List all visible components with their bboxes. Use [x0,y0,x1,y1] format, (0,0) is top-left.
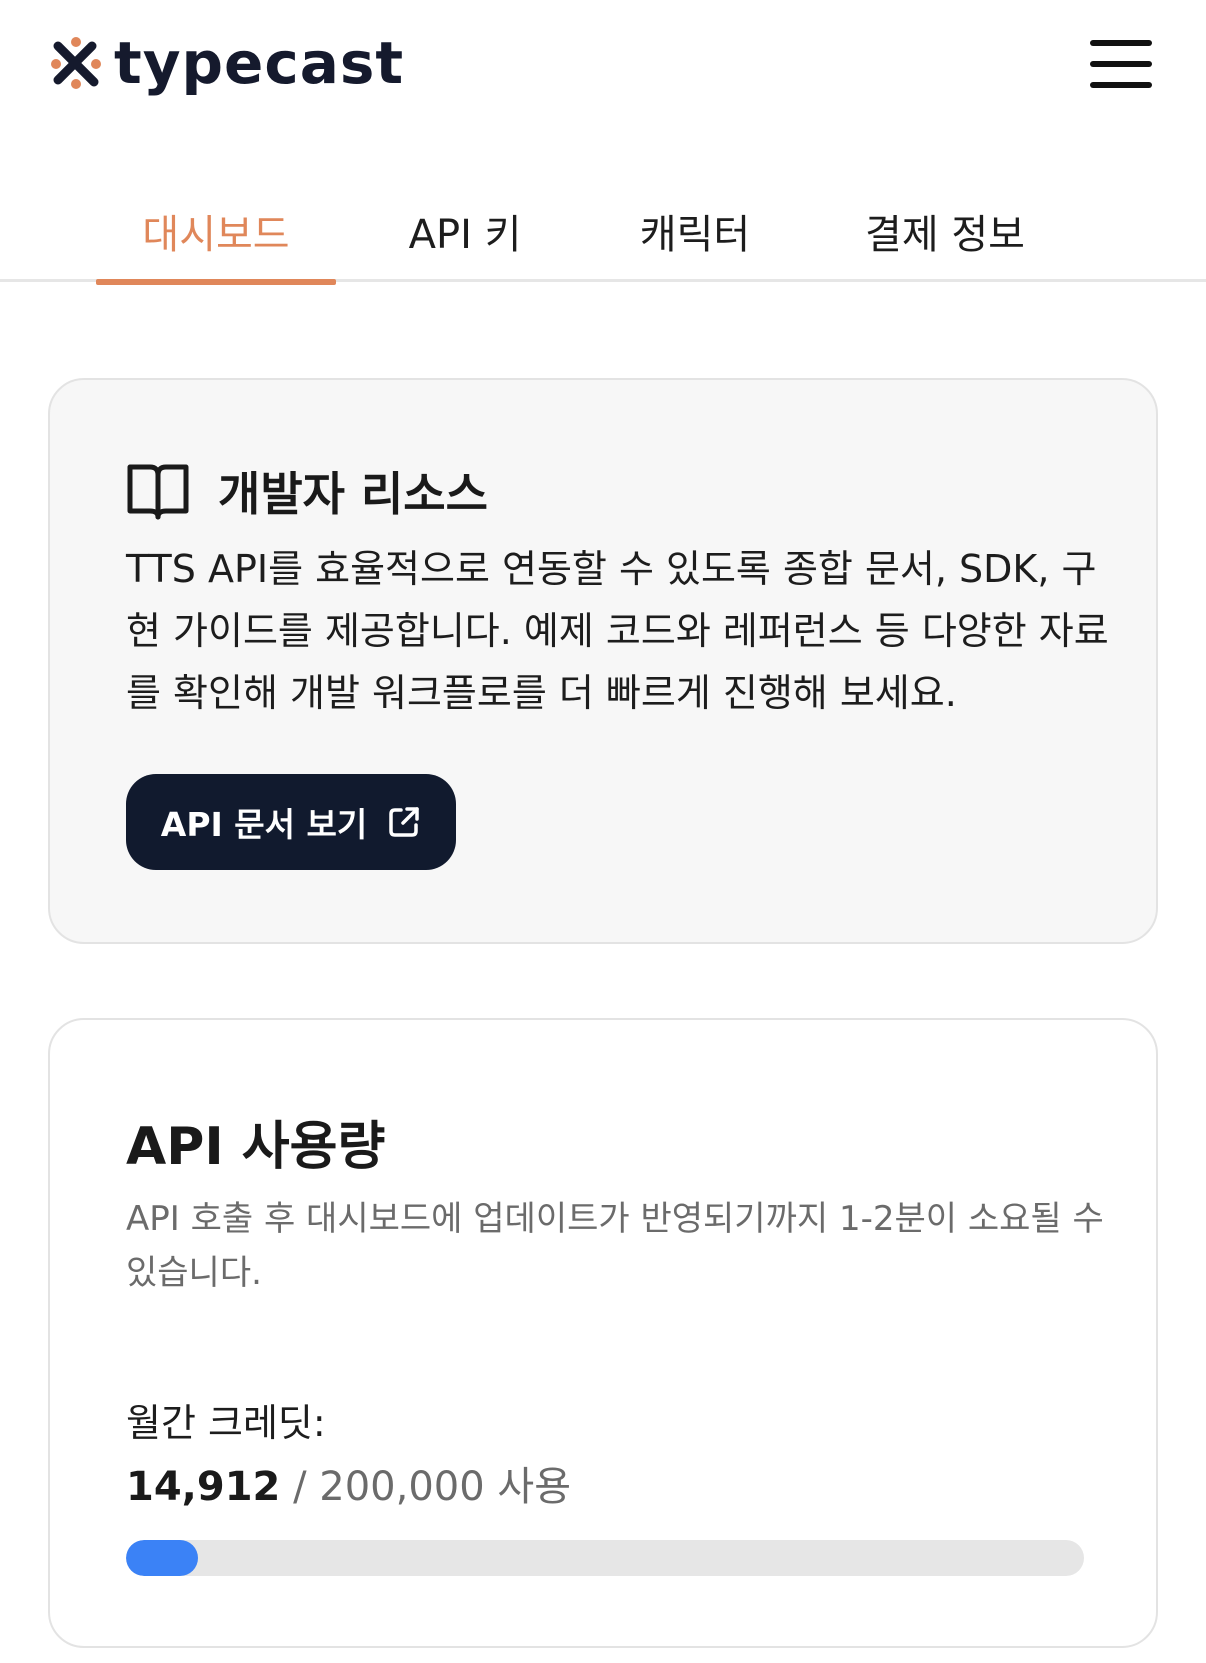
logo-text: typecast [114,29,405,97]
monthly-credit-value: 14,912 / 200,000 사용 [126,1454,571,1512]
typecast-logo-mark-icon [51,37,101,89]
monthly-credit-label: 월간 크레딧: [126,1401,326,1445]
tab-api-key[interactable]: API 키 [340,180,590,282]
tab-character[interactable]: 캐릭터 [580,180,810,282]
menu-line [1090,61,1152,67]
external-link-icon [389,807,419,837]
credit-progress-bar [126,1540,1084,1576]
api-usage-card: API 사용량 API 호출 후 대시보드에 업데이트가 반영되기까지 1-2분… [48,1018,1158,1648]
tab-bar: 대시보드 API 키 캐릭터 결제 정보 [0,180,1206,285]
menu-line [1090,40,1152,46]
usage-note: API 호출 후 대시보드에 업데이트가 반영되기까지 1-2분이 소요될 수 … [126,1199,1104,1293]
view-api-docs-button[interactable]: API 문서 보기 [126,774,456,870]
menu-line [1090,82,1152,88]
credit-progress-fill [126,1540,198,1576]
tab-billing[interactable]: 결제 정보 [820,180,1070,282]
app-header: typecast [0,0,1206,130]
usage-title: API 사용량 [126,1117,386,1177]
resources-title: 개발자 리소스 [218,467,488,521]
hamburger-menu-icon[interactable] [1090,40,1152,88]
resources-title-row: 개발자 리소스 [126,458,488,524]
developer-resources-card: 개발자 리소스 TTS API를 효율적으로 연동할 수 있도록 종합 문서, … [48,378,1158,944]
credits-used: 14,912 [126,1464,281,1510]
view-api-docs-label: API 문서 보기 [160,805,368,844]
typecast-logo[interactable]: typecast [46,28,404,98]
credits-total: / 200,000 사용 [293,1464,571,1510]
tab-dashboard[interactable]: 대시보드 [96,180,336,285]
book-icon [127,464,189,520]
resources-description: TTS API를 효율적으로 연동할 수 있도록 종합 문서, SDK, 구현 … [126,547,1109,715]
